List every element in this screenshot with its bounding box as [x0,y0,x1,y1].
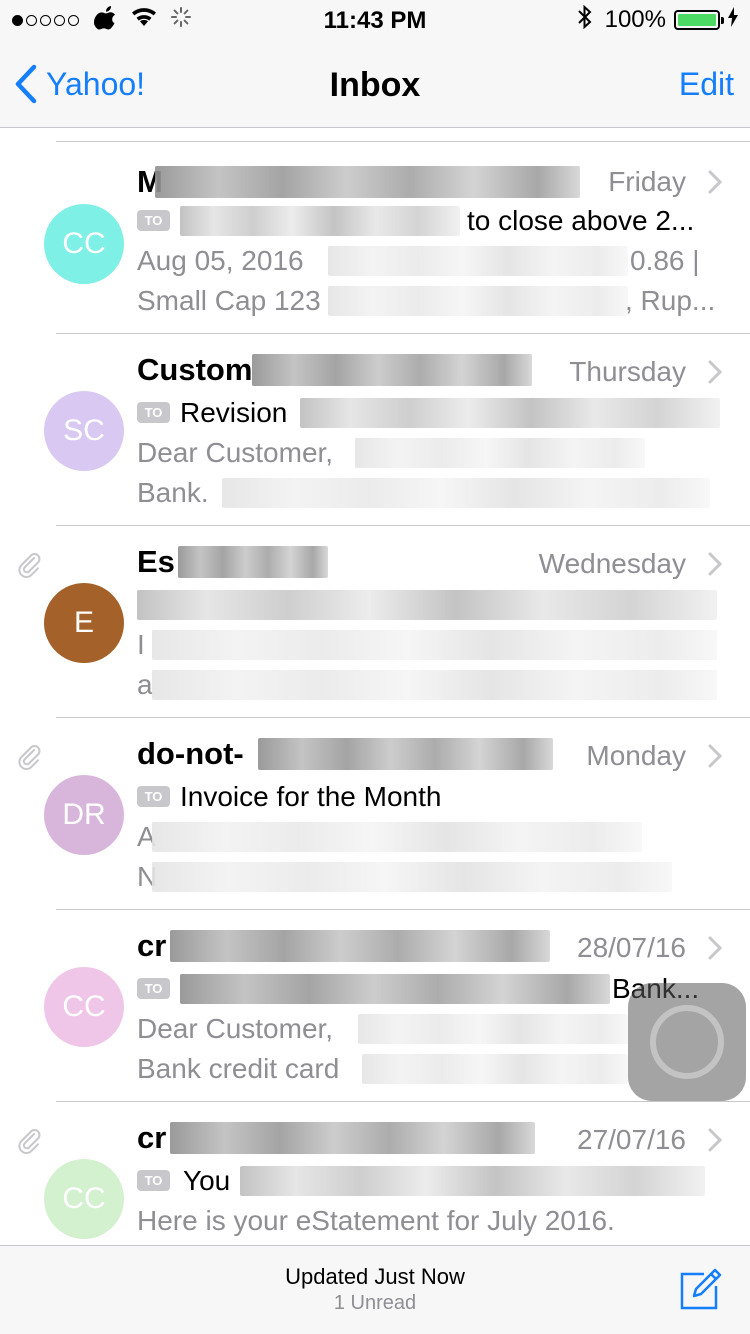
mail-preview-line: Bank credit card [137,1053,340,1084]
mail-row[interactable]: CC cr 27/07/16 TO You Here is your eStat… [0,1102,750,1245]
to-badge: TO [137,786,170,807]
mail-date: Monday [586,740,686,771]
blurred-sender [178,546,328,578]
mail-subject: Invoice for the Month [180,781,442,812]
blurred-preview [355,438,645,468]
mail-preview-end: 0.86 | [630,245,700,276]
blurred-preview [152,822,642,852]
mail-preview-line: Aug 05, 2016 [137,245,304,276]
blurred-preview [152,630,717,660]
mail-preview-line: Dear Customer, [137,1013,334,1044]
blurred-sender [155,166,580,198]
blurred-subject [137,590,717,620]
blurred-subject [180,206,460,236]
mail-date: Wednesday [538,548,686,579]
avatar: CC [44,967,124,1047]
paperclip-icon [18,745,41,770]
compose-icon[interactable] [678,1266,724,1312]
mail-subject: You [183,1165,231,1196]
avatar: SC [44,391,124,471]
mail-preview-line: Bank. [137,477,209,508]
battery-icon [674,10,724,30]
blurred-sender [170,930,550,962]
paperclip-icon [18,1129,41,1154]
bottom-toolbar: Updated Just Now 1 Unread [0,1245,750,1334]
mail-preview-line: Small Cap 123 [137,285,321,316]
page-title: Inbox [329,66,421,104]
to-badge: TO [137,978,170,999]
avatar: E [44,583,124,663]
chevron-right-icon [708,936,723,960]
mail-date: 28/07/16 [577,932,686,963]
charging-bolt-icon [728,6,738,34]
sender-name: cr [137,928,167,963]
mail-preview-line: Dear Customer, [137,437,334,468]
sender-name: Es [137,544,175,579]
chevron-right-icon [708,744,723,768]
mail-row[interactable]: DR do-not- Monday TO Invoice for the Mon… [0,718,750,910]
chevron-right-icon [708,552,723,576]
mail-list[interactable]: CC M Friday TO to close above 2... Aug 0… [0,129,750,1245]
blurred-sender [170,1122,535,1154]
to-badge: TO [137,402,170,423]
blurred-preview [222,478,710,508]
chevron-right-icon [708,360,723,384]
mail-preview-line: I [137,629,145,660]
assistive-touch-icon [650,1005,724,1079]
chevron-right-icon [708,1128,723,1152]
to-badge: TO [137,210,170,231]
mail-subject: to close above 2... [467,205,695,236]
mail-date: 27/07/16 [577,1124,686,1155]
update-status: Updated Just Now [285,1264,465,1289]
blurred-preview [152,670,717,700]
sender-name: cr [137,1120,167,1155]
blurred-subject [180,974,610,1004]
battery-percent: 100% [604,6,666,33]
assistive-touch-button[interactable] [628,983,746,1101]
blurred-preview [328,246,628,276]
status-right: 100% [577,4,738,37]
mail-row[interactable]: SC Custom Thursday TO Revision Dear Cust… [0,334,750,526]
blurred-sender [258,738,553,770]
blurred-preview [358,1014,628,1044]
nav-bar: Yahoo! Inbox Edit [0,40,750,128]
blurred-preview [152,862,672,892]
mail-subject: Revision [180,397,288,428]
chevron-right-icon [708,170,723,194]
sender-name: do-not- [137,736,244,771]
mail-date: Friday [608,166,686,197]
unread-count: 1 Unread [333,1292,417,1314]
edit-button[interactable]: Edit [679,66,734,103]
bluetooth-icon [577,4,593,37]
to-badge: TO [137,1170,170,1191]
mail-preview-line: Here is your eStatement for July 2016. [137,1205,615,1236]
sender-name: Custom [137,352,253,387]
mail-row[interactable]: CC M Friday TO to close above 2... Aug 0… [0,142,750,334]
blurred-sender [252,354,532,386]
mail-preview-end: , Rup... [625,285,716,316]
mail-date: Thursday [569,356,686,387]
blurred-subject [240,1166,705,1196]
paperclip-icon [18,553,41,578]
status-bar: 11:43 PM 100% [0,0,750,40]
blurred-preview [328,286,628,316]
avatar: DR [44,775,124,855]
blurred-subject [300,398,720,428]
mail-row[interactable]: E Es Wednesday I a [0,526,750,718]
avatar: CC [44,204,124,284]
blurred-preview [362,1054,628,1084]
mail-preview-line: a [137,669,153,700]
avatar: CC [44,1159,124,1239]
